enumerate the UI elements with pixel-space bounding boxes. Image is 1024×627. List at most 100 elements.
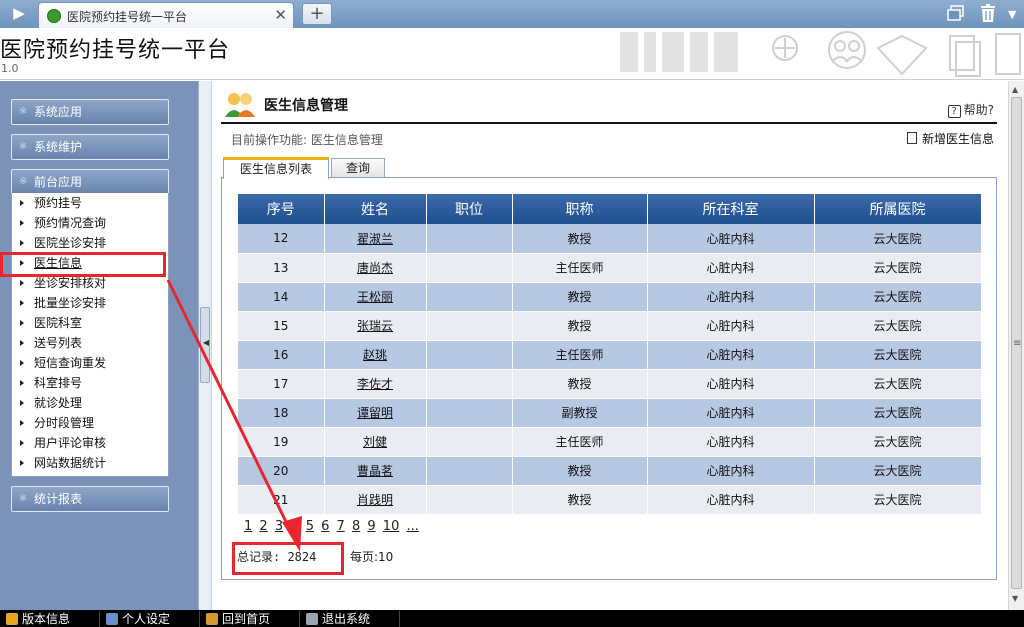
- menu-item-site-stats[interactable]: 网站数据统计: [12, 453, 168, 473]
- page-link-more[interactable]: ...: [406, 519, 418, 534]
- menu-item-label: 送号列表: [34, 336, 83, 350]
- menu-item-booking[interactable]: 预约挂号: [12, 193, 168, 213]
- menu-item-departments[interactable]: 医院科室: [12, 313, 168, 333]
- page-link[interactable]: 4: [290, 519, 298, 534]
- table-row: 19 刘健 主任医师 心脏内科 云大医院: [238, 427, 982, 457]
- menu-item-send-list[interactable]: 送号列表: [12, 333, 168, 353]
- vertical-scrollbar[interactable]: ▲ ≡ ▼: [1008, 81, 1024, 610]
- app-version: 1.0: [1, 62, 19, 75]
- cell-department: 心脏内科: [647, 340, 815, 370]
- page-link[interactable]: 9: [367, 519, 375, 534]
- page-link[interactable]: 7: [337, 519, 345, 534]
- cell-hospital: 云大医院: [814, 369, 982, 399]
- menu-item-clinic-schedule[interactable]: 医院坐诊安排: [12, 233, 168, 253]
- col-header-index[interactable]: 序号: [238, 194, 325, 224]
- menu-frontend-apps[interactable]: ※ 前台应用: [11, 169, 169, 195]
- menu-item-batch-schedule[interactable]: 批量坐诊安排: [12, 293, 168, 313]
- cell-name[interactable]: 赵珧: [324, 340, 427, 370]
- taskbar-label: 个人设定: [122, 612, 171, 626]
- page-link[interactable]: 10: [383, 519, 400, 534]
- page-link[interactable]: 5: [306, 519, 314, 534]
- scroll-up-icon[interactable]: ▲: [1012, 85, 1018, 94]
- col-header-position[interactable]: 职位: [426, 194, 513, 224]
- trash-icon[interactable]: [978, 3, 998, 23]
- bullet-icon: [20, 400, 24, 406]
- cell-name[interactable]: 唐尚杰: [324, 253, 427, 283]
- menu-item-label: 预约情况查询: [34, 216, 107, 230]
- add-doctor-link[interactable]: 新增医生信息: [906, 130, 994, 147]
- menu-item-schedule-check[interactable]: 坐诊安排核对: [12, 273, 168, 293]
- menu-label: 系统维护: [34, 140, 83, 154]
- menu-item-sms-resend[interactable]: 短信查询重发: [12, 353, 168, 373]
- cell-hospital: 云大医院: [814, 485, 982, 515]
- settings-icon: [106, 613, 118, 625]
- cell-name[interactable]: 翟淑兰: [324, 224, 427, 254]
- col-header-hospital[interactable]: 所属医院: [814, 194, 982, 224]
- sidebar-splitter[interactable]: ◀: [198, 81, 212, 610]
- menu-item-time-slots[interactable]: 分时段管理: [12, 413, 168, 433]
- tab-doctor-list[interactable]: 医生信息列表: [223, 157, 329, 179]
- cell-name[interactable]: 张瑞云: [324, 311, 427, 341]
- menu-item-review-audit[interactable]: 用户评论审核: [12, 433, 168, 453]
- sidebar-toggle-icon[interactable]: ▶: [6, 3, 32, 23]
- cell-name[interactable]: 曹晶茗: [324, 456, 427, 486]
- close-tab-icon[interactable]: ✕: [274, 6, 287, 24]
- col-header-department[interactable]: 所在科室: [647, 194, 815, 224]
- help-link[interactable]: ? 帮助?: [947, 101, 994, 118]
- current-operation: 目前操作功能: 医生信息管理: [231, 133, 383, 147]
- col-header-name[interactable]: 姓名: [324, 194, 427, 224]
- frontend-menu-list: 预约挂号 预约情况查询 医院坐诊安排 医生信息 坐诊安排核对 批量坐诊安排 医院…: [11, 193, 169, 477]
- page-link[interactable]: 1: [244, 519, 252, 534]
- menu-item-label: 预约挂号: [34, 196, 83, 210]
- splitter-handle[interactable]: ◀: [200, 307, 210, 383]
- cell-name[interactable]: 刘健: [324, 427, 427, 457]
- menu-system-apps[interactable]: ※ 系统应用: [11, 99, 169, 125]
- tab-query[interactable]: 查询: [331, 158, 385, 178]
- taskbar-version-info[interactable]: 版本信息: [2, 611, 100, 627]
- cell-title: 主任医师: [512, 253, 648, 283]
- menu-item-booking-query[interactable]: 预约情况查询: [12, 213, 168, 233]
- window-menu-icon[interactable]: ▼: [1008, 8, 1016, 21]
- menu-item-dept-queue[interactable]: 科室排号: [12, 373, 168, 393]
- page-link[interactable]: 8: [352, 519, 360, 534]
- cell-index: 20: [238, 456, 325, 486]
- cell-hospital: 云大医院: [814, 427, 982, 457]
- menu-label: 前台应用: [34, 175, 83, 189]
- restore-window-icon[interactable]: [946, 4, 966, 22]
- cell-title: 主任医师: [512, 427, 648, 457]
- menu-item-visit-processing[interactable]: 就诊处理: [12, 393, 168, 413]
- table-row: 15 张瑞云 教授 心脏内科 云大医院: [238, 311, 982, 341]
- cell-position: [426, 427, 513, 457]
- bullet-icon: [20, 220, 24, 226]
- menu-deco-icon: ※: [19, 493, 28, 504]
- cell-index: 12: [238, 224, 325, 254]
- panel-title: 医生信息管理: [264, 98, 348, 114]
- table-row: 17 李佐才 教授 心脏内科 云大医院: [238, 369, 982, 399]
- col-header-title[interactable]: 职称: [512, 194, 648, 224]
- page-link[interactable]: 3: [275, 519, 283, 534]
- page-link[interactable]: 6: [321, 519, 329, 534]
- taskbar-personal-settings[interactable]: 个人设定: [102, 611, 200, 627]
- cell-hospital: 云大医院: [814, 253, 982, 283]
- menu-statistics[interactable]: ※ 统计报表: [11, 486, 169, 512]
- favicon-icon: [47, 9, 61, 23]
- scrollbar-thumb[interactable]: ≡: [1011, 97, 1022, 589]
- menu-deco-icon: ※: [19, 141, 28, 152]
- page-link[interactable]: 2: [259, 519, 267, 534]
- taskbar-logout[interactable]: 退出系统: [302, 611, 400, 627]
- cell-name[interactable]: 肖践明: [324, 485, 427, 515]
- cell-name[interactable]: 李佐才: [324, 369, 427, 399]
- cell-index: 17: [238, 369, 325, 399]
- cell-name[interactable]: 王松丽: [324, 282, 427, 312]
- bottom-taskbar: 版本信息 个人设定 回到首页 退出系统: [0, 610, 1024, 627]
- cell-position: [426, 369, 513, 399]
- cell-department: 心脏内科: [647, 311, 815, 341]
- scroll-down-icon[interactable]: ▼: [1012, 594, 1018, 603]
- browser-tab[interactable]: 医院预约挂号统一平台 ✕: [38, 2, 294, 28]
- table-header-row: 序号 姓名 职位 职称 所在科室 所属医院: [238, 194, 982, 224]
- menu-system-maintenance[interactable]: ※ 系统维护: [11, 134, 169, 160]
- cell-name[interactable]: 谭留明: [324, 398, 427, 428]
- new-tab-button[interactable]: +: [302, 3, 332, 25]
- menu-item-doctor-info[interactable]: 医生信息: [12, 253, 168, 273]
- taskbar-home[interactable]: 回到首页: [202, 611, 300, 627]
